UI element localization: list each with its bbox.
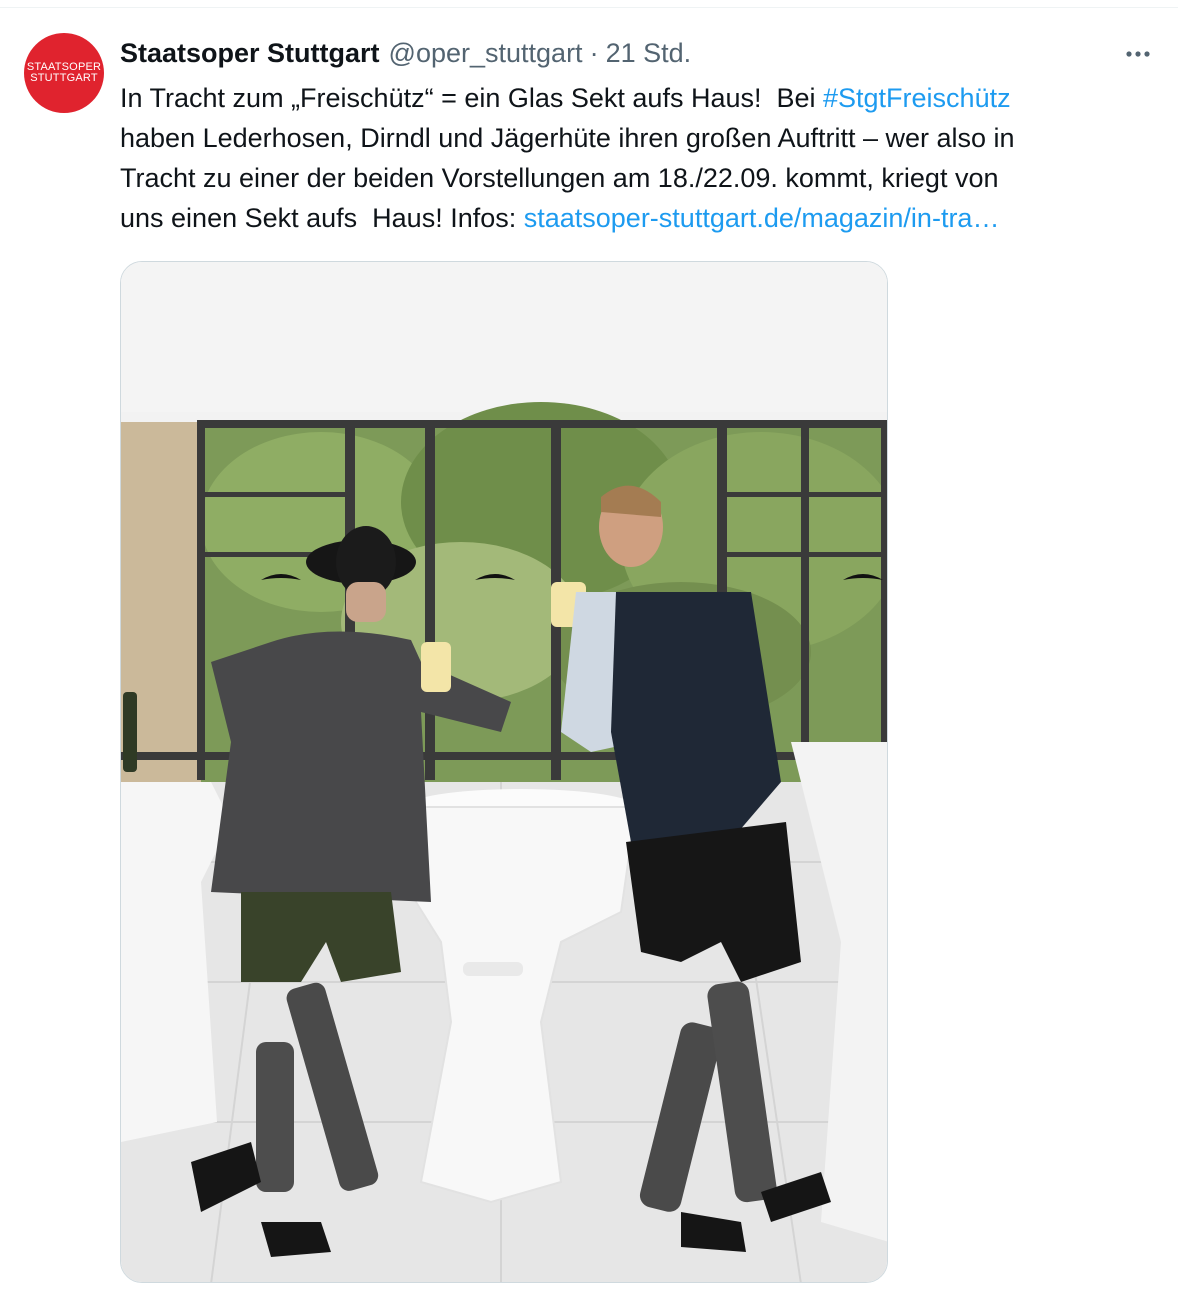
photo-illustration — [121, 262, 887, 1282]
tweet-text-part1: In Tracht zum „Freischütz“ = ein Glas Se… — [120, 83, 824, 113]
author-name[interactable]: Staatsoper Stuttgart — [120, 38, 380, 69]
separator-dot: · — [589, 37, 599, 68]
tweet-photo[interactable] — [120, 261, 888, 1283]
url-link[interactable]: staatsoper-stuttgart.de/magazin/in-tra… — [524, 203, 1000, 233]
top-divider — [0, 7, 1178, 8]
tweet-header: Staatsoper Stuttgart @oper_stuttgart · 2… — [120, 32, 691, 74]
hashtag-link[interactable]: #StgtFreischütz — [823, 83, 1011, 113]
tweet-timestamp[interactable]: 21 Std. — [606, 38, 692, 69]
tweet-text: In Tracht zum „Freischütz“ = ein Glas Se… — [120, 78, 1160, 238]
author-handle[interactable]: @oper_stuttgart — [389, 38, 583, 69]
avatar[interactable]: STAATSOPER STUTTGART — [24, 33, 104, 113]
avatar-text-line2: STUTTGART — [30, 72, 98, 84]
more-horizontal-icon[interactable] — [1118, 36, 1158, 72]
